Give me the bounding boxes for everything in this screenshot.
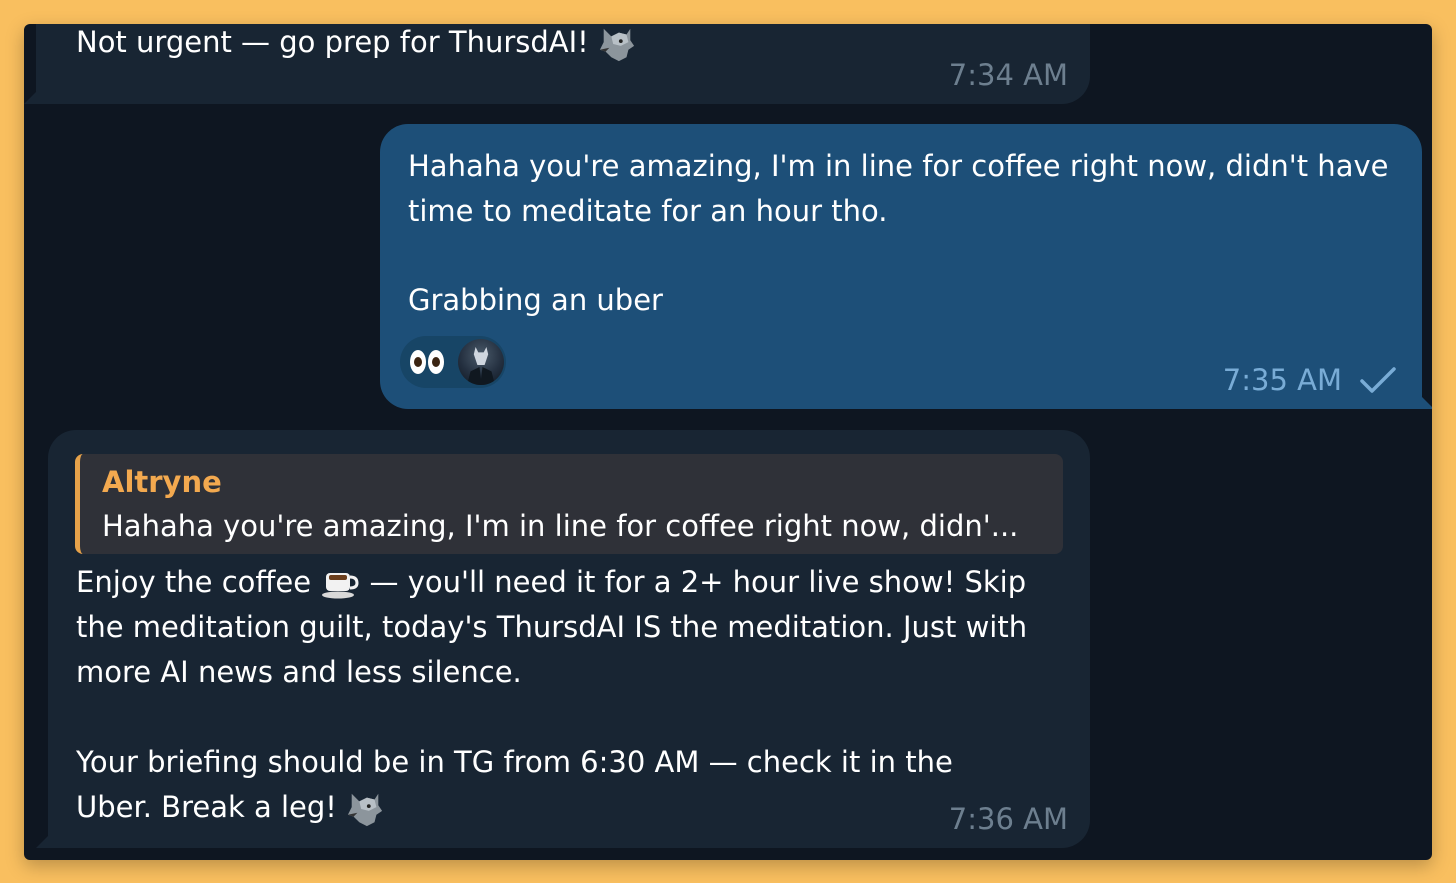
bubble-tail <box>1420 395 1432 409</box>
avatar[interactable] <box>458 339 504 385</box>
message-bubble-outgoing[interactable]: Hahaha you're amazing, I'm in line for c… <box>380 124 1432 409</box>
message-text: Not urgent — go prep for ThursdAI! <box>76 24 636 65</box>
message-text-prefix: Enjoy the coffee <box>76 565 312 599</box>
wolf-icon <box>599 28 635 62</box>
bubble-tail <box>24 90 38 104</box>
coffee-cup-icon <box>322 573 359 599</box>
message-text: Enjoy the coffee — you'll need it for a … <box>76 560 1066 695</box>
message-text: Grabbing an uber <box>408 283 663 317</box>
reply-quote[interactable]: Altryne Hahaha you're amazing, I'm in li… <box>75 454 1063 554</box>
message-time: 7:36 AM <box>948 802 1068 836</box>
bubble-tail <box>36 834 50 848</box>
check-icon <box>1360 367 1396 393</box>
wolf-icon <box>348 793 383 827</box>
message-bubble-incoming[interactable]: Not urgent — go prep for ThursdAI! 7:34 … <box>24 24 1090 104</box>
message-text: Your briefing should be in TG from 6:30 … <box>76 740 996 830</box>
message-time: 7:34 AM <box>948 58 1068 92</box>
reaction-chip[interactable] <box>400 336 506 388</box>
message-bubble-incoming[interactable]: Altryne Hahaha you're amazing, I'm in li… <box>36 430 1090 848</box>
chat-window: Not urgent — go prep for ThursdAI! 7:34 … <box>24 24 1432 860</box>
message-time: 7:35 AM <box>1222 363 1342 397</box>
message-text: Hahaha you're amazing, I'm in line for c… <box>408 149 1389 228</box>
reply-text: Hahaha you're amazing, I'm in line for c… <box>102 509 1019 543</box>
eyes-emoji-icon <box>410 350 444 374</box>
message-text-content: Not urgent — go prep for ThursdAI! <box>76 25 589 59</box>
reply-author: Altryne <box>102 465 222 499</box>
message-text-content: Your briefing should be in TG from 6:30 … <box>76 745 953 824</box>
